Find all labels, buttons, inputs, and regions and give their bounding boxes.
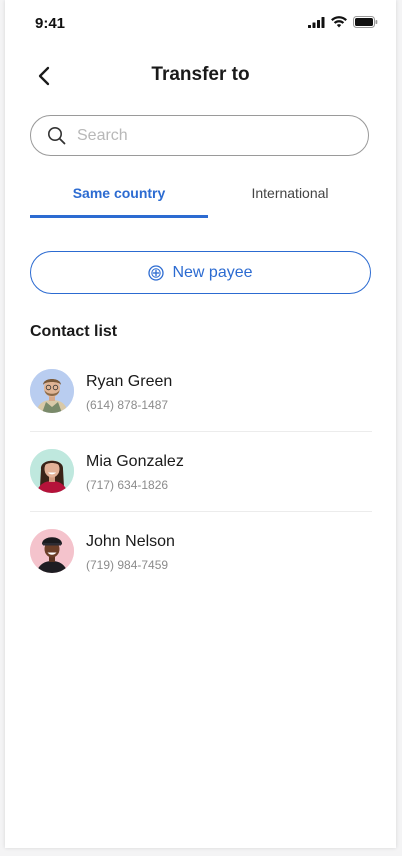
search-icon xyxy=(47,126,67,146)
contact-list-heading: Contact list xyxy=(30,323,118,340)
battery-icon xyxy=(353,16,378,28)
tab-same-country-label: Same country xyxy=(72,185,166,201)
avatar xyxy=(30,369,74,413)
search-input[interactable] xyxy=(75,125,339,146)
tab-international-label: International xyxy=(251,185,329,201)
contact-item[interactable]: Ryan Green (614) 878-1487 xyxy=(30,352,372,432)
contact-list: Ryan Green (614) 878-1487 Mia Gonzalez (… xyxy=(30,352,372,591)
search-box[interactable] xyxy=(30,115,369,156)
active-tab-indicator xyxy=(30,215,208,218)
plus-circle-icon xyxy=(148,264,165,281)
new-payee-label: New payee xyxy=(172,263,253,281)
contact-item[interactable]: Mia Gonzalez (717) 634-1826 xyxy=(30,432,372,512)
contact-name: John Nelson xyxy=(86,533,175,550)
contact-name: Mia Gonzalez xyxy=(86,453,184,470)
status-time: 9:41 xyxy=(35,15,66,32)
contact-phone: (614) 878-1487 xyxy=(86,398,169,412)
header: Transfer to xyxy=(5,56,396,96)
tab-same-country[interactable]: Same country xyxy=(30,172,208,218)
page-title: Transfer to xyxy=(151,64,250,85)
avatar xyxy=(30,529,74,573)
contact-item[interactable]: John Nelson (719) 984-7459 xyxy=(30,512,372,591)
contact-phone: (719) 984-7459 xyxy=(86,558,169,572)
status-icons xyxy=(308,16,378,28)
contact-name: Ryan Green xyxy=(86,373,173,390)
new-payee-button[interactable]: New payee xyxy=(30,251,371,294)
tab-bar: Same country International xyxy=(30,172,372,218)
tab-international[interactable]: International xyxy=(208,172,372,218)
contact-phone: (717) 634-1826 xyxy=(86,478,169,492)
status-bar: 9:41 xyxy=(5,0,396,48)
avatar xyxy=(30,449,74,493)
signal-icon xyxy=(308,16,325,28)
phone-screen: 9:41 Transfer to Search Same country Int… xyxy=(5,0,396,848)
wifi-icon xyxy=(331,16,347,28)
